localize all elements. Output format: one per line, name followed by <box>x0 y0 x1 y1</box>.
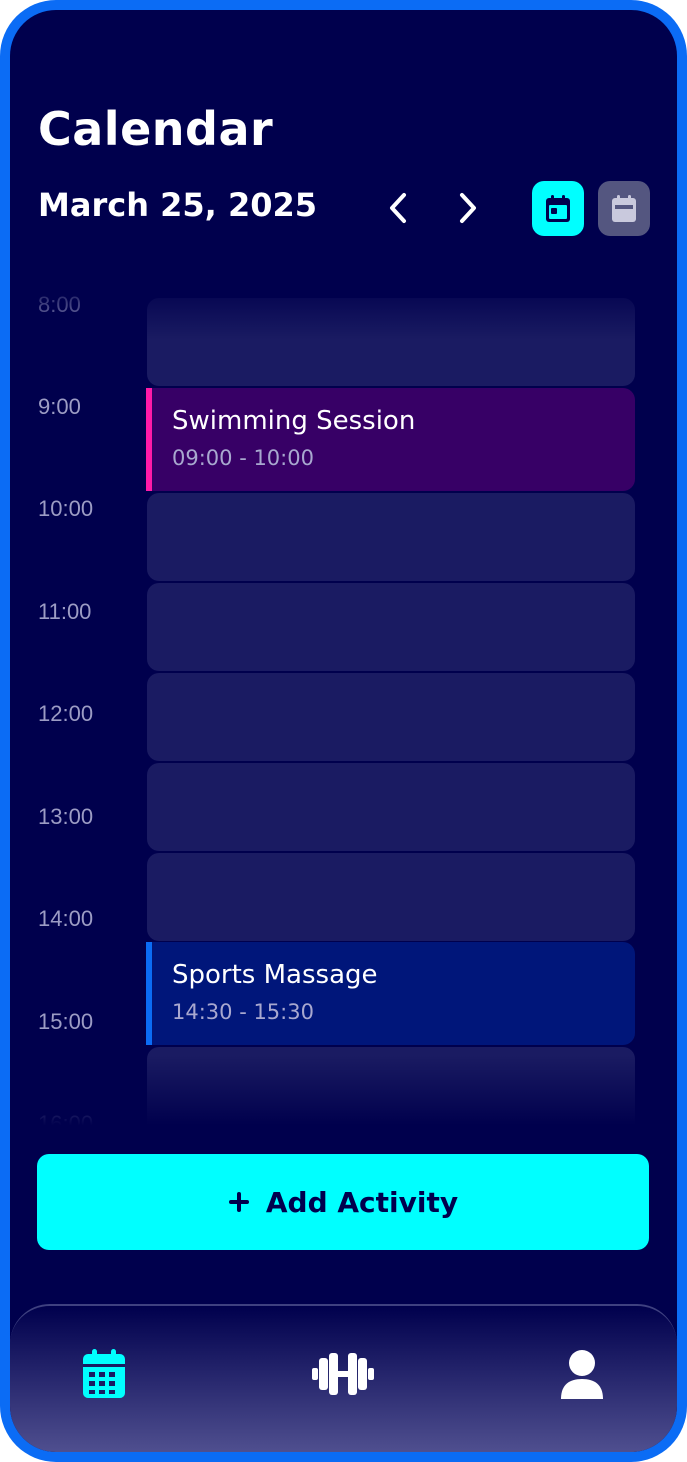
bottom-tab-bar <box>10 1304 677 1452</box>
event-card[interactable]: Sports Massage 14:30 - 15:30 <box>146 942 635 1045</box>
plus-icon <box>228 1192 249 1212</box>
event-card[interactable]: Swimming Session 09:00 - 10:00 <box>146 388 635 491</box>
hour-label: 8:00 <box>38 292 81 317</box>
chevron-left-icon <box>390 193 406 223</box>
app-screen: Calendar March 25, 2025 8:00 9:00 10:00 … <box>10 10 677 1452</box>
event-title: Sports Massage <box>172 960 378 990</box>
empty-time-slot[interactable] <box>147 493 635 581</box>
tab-workout[interactable] <box>308 1344 378 1404</box>
hour-label: 14:00 <box>38 906 94 931</box>
hour-label: 16:00 <box>38 1111 94 1125</box>
current-date: March 25, 2025 <box>38 186 317 224</box>
tab-calendar[interactable] <box>69 1344 139 1404</box>
day-timeline[interactable]: 8:00 9:00 10:00 11:00 12:00 13:00 14:00 … <box>10 280 677 1125</box>
calendar-day-icon <box>546 194 570 222</box>
add-activity-button[interactable]: Add Activity <box>37 1154 649 1250</box>
hour-label: 15:00 <box>38 1009 94 1034</box>
week-view-toggle[interactable] <box>598 181 650 236</box>
tab-profile[interactable] <box>547 1344 617 1404</box>
dumbbell-icon <box>312 1353 374 1395</box>
chevron-right-icon <box>460 193 476 223</box>
hour-label: 11:00 <box>38 599 92 624</box>
calendar-week-icon <box>612 194 636 222</box>
empty-time-slot[interactable] <box>147 1047 635 1125</box>
user-icon <box>561 1350 603 1399</box>
empty-time-slot[interactable] <box>147 298 635 386</box>
event-time: 09:00 - 10:00 <box>172 446 314 470</box>
page-title: Calendar <box>38 102 274 156</box>
add-activity-label: Add Activity <box>265 1185 459 1219</box>
empty-time-slot[interactable] <box>147 763 635 851</box>
empty-time-slot[interactable] <box>147 673 635 761</box>
hour-label: 12:00 <box>38 701 94 726</box>
hour-label: 9:00 <box>38 394 81 419</box>
calendar-icon <box>83 1349 125 1398</box>
previous-day-button[interactable] <box>376 186 420 230</box>
day-view-toggle[interactable] <box>532 181 584 236</box>
device-frame: Calendar March 25, 2025 8:00 9:00 10:00 … <box>0 0 687 1462</box>
empty-time-slot[interactable] <box>147 583 635 671</box>
hour-label: 10:00 <box>38 496 94 521</box>
next-day-button[interactable] <box>446 186 490 230</box>
event-time: 14:30 - 15:30 <box>172 1000 314 1024</box>
empty-time-slot[interactable] <box>147 853 635 941</box>
event-title: Swimming Session <box>172 406 416 436</box>
hour-label: 13:00 <box>38 804 94 829</box>
